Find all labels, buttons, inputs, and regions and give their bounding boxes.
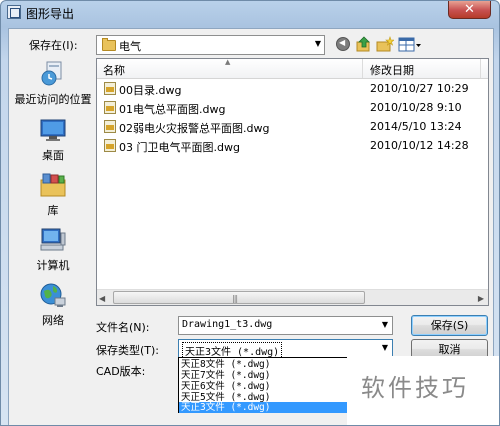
close-icon: ✕ (464, 2, 475, 17)
new-folder-button[interactable] (376, 36, 395, 54)
dwg-file-icon (104, 101, 116, 114)
dwg-file-icon (104, 82, 116, 95)
filetype-option-selected[interactable]: 天正3文件 (*.dwg) (179, 402, 350, 413)
filetype-option[interactable]: 天正8文件 (*.dwg) (179, 359, 350, 370)
place-label: 最近访问的位置 (14, 93, 92, 106)
column-divider[interactable] (480, 59, 481, 78)
lookin-label: 保存在(I): (29, 39, 78, 52)
place-label: 桌面 (42, 149, 64, 162)
watermark-text: 软件技巧 (361, 374, 469, 402)
file-date: 2014/5/10 13:24 (370, 120, 462, 133)
file-list[interactable]: ▲ 名称 修改日期 00目录.dwg 2010/10/27 10:29 01电气… (96, 58, 489, 306)
view-grid-icon (398, 37, 421, 52)
title-bar[interactable]: 图形导出 ✕ (1, 1, 499, 23)
column-header-date[interactable]: 修改日期 (370, 62, 414, 78)
file-name: 01电气总平面图.dwg (119, 103, 226, 116)
scrollbar-thumb[interactable]: ||| (113, 291, 365, 304)
filetype-label: 保存类型(T): (96, 344, 160, 357)
lookin-dropdown[interactable]: 电气 ▼ (96, 35, 325, 55)
filename-label: 文件名(N): (96, 321, 150, 334)
column-header-name[interactable]: 名称 (103, 62, 125, 78)
place-label: 库 (47, 204, 59, 217)
sort-arrow-icon: ▲ (225, 58, 231, 66)
view-menu-button[interactable] (398, 36, 422, 54)
save-dialog-window: 图形导出 ✕ 保存在(I): 电气 ▼ ◀ 最近访问的位置 桌面 库 计算机 网… (0, 0, 500, 426)
save-button[interactable]: 保存(S) (411, 315, 488, 336)
file-name: 03 门卫电气平面图.dwg (119, 141, 240, 154)
scroll-left-icon[interactable]: ◀ (99, 294, 105, 303)
filetype-option[interactable]: 天正6文件 (*.dwg) (179, 381, 350, 392)
recent-places-icon (41, 61, 62, 86)
horizontal-scrollbar[interactable]: ◀ ||| ▶ (97, 289, 488, 305)
desktop-icon (40, 119, 66, 141)
close-button[interactable]: ✕ (448, 1, 491, 19)
file-row[interactable]: 03 门卫电气平面图.dwg 2010/10/12 14:28 (97, 137, 488, 155)
grip-icon: ||| (232, 294, 238, 303)
back-arrow-icon (336, 37, 350, 51)
places-bar: 最近访问的位置 桌面 库 计算机 网络 (13, 59, 93, 329)
network-icon (40, 283, 66, 307)
filetype-options-list[interactable]: 天正8文件 (*.dwg) 天正7文件 (*.dwg) 天正6文件 (*.dwg… (178, 357, 351, 413)
file-list-header: ▲ 名称 修改日期 (97, 59, 488, 79)
watermark-overlay: 软件技巧 (347, 356, 499, 425)
window-title: 图形导出 (26, 7, 75, 21)
back-button[interactable] (335, 36, 351, 54)
column-divider[interactable] (362, 59, 363, 78)
lookin-value: 电气 (119, 40, 141, 53)
cad-version-label: CAD版本: (96, 365, 146, 378)
chevron-down-icon[interactable]: ▼ (382, 343, 388, 352)
file-date: 2010/10/27 10:29 (370, 82, 469, 95)
file-date: 2010/10/12 14:28 (370, 139, 469, 152)
scroll-right-icon[interactable]: ▶ (478, 294, 484, 303)
place-computer[interactable]: 计算机 (13, 225, 93, 279)
filetype-option[interactable]: 天正7文件 (*.dwg) (179, 370, 350, 381)
chevron-down-icon: ▼ (314, 39, 321, 48)
up-one-level-button[interactable] (356, 36, 372, 54)
place-label: 网络 (42, 314, 64, 327)
up-folder-icon (356, 36, 370, 52)
dwg-file-icon (104, 139, 116, 152)
libraries-icon (40, 173, 66, 197)
folder-icon (102, 38, 116, 51)
file-name: 00目录.dwg (119, 84, 182, 97)
place-desktop[interactable]: 桌面 (13, 115, 93, 169)
dwg-file-icon (104, 120, 116, 133)
file-row[interactable]: 02弱电火灾报警总平面图.dwg 2014/5/10 13:24 (97, 118, 488, 136)
file-name: 02弱电火灾报警总平面图.dwg (119, 122, 270, 135)
app-icon (7, 5, 21, 19)
filename-value: Drawing1_t3.dwg (182, 319, 273, 330)
place-recent[interactable]: 最近访问的位置 (13, 59, 93, 113)
place-label: 计算机 (36, 259, 70, 272)
file-row[interactable]: 01电气总平面图.dwg 2010/10/28 9:10 (97, 99, 488, 117)
place-network[interactable]: 网络 (13, 280, 93, 334)
place-libraries[interactable]: 库 (13, 170, 93, 224)
filename-input[interactable]: Drawing1_t3.dwg ▼ (178, 316, 393, 335)
computer-icon (40, 228, 66, 251)
file-date: 2010/10/28 9:10 (370, 101, 462, 114)
file-row[interactable]: 00目录.dwg 2010/10/27 10:29 (97, 80, 488, 98)
chevron-down-icon[interactable]: ▼ (382, 320, 388, 329)
new-folder-icon (376, 36, 395, 52)
